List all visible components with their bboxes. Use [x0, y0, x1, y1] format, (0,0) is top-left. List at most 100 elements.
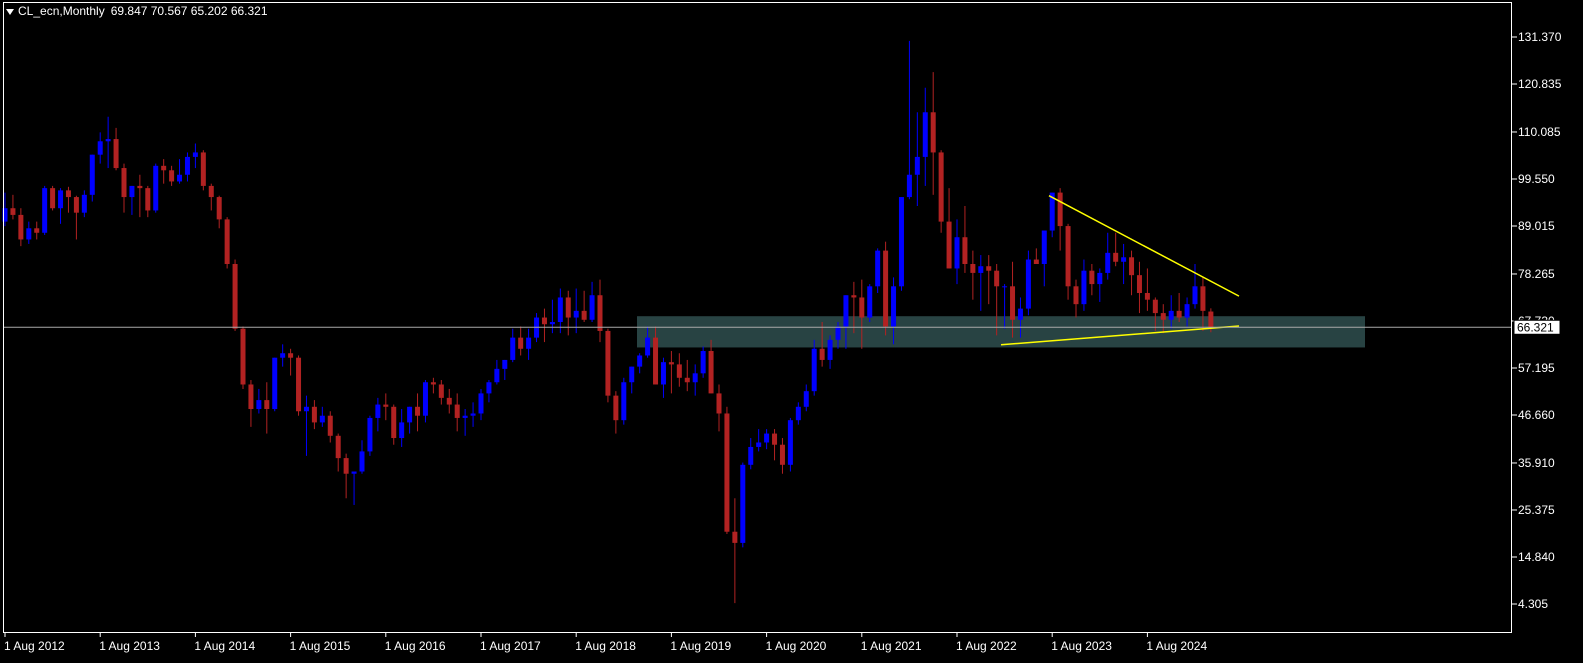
candle-body [288, 353, 294, 358]
y-tick-label: 57.195 [1518, 361, 1555, 375]
y-tick-label: 89.015 [1518, 219, 1555, 233]
candle-body [415, 406, 421, 416]
candle-body [224, 219, 230, 264]
candle-body [280, 353, 286, 358]
current-price-label: 66.321 [1513, 319, 1561, 335]
candle-body [351, 471, 357, 474]
candle-body [169, 170, 175, 182]
x-tick-label: 1 Aug 2020 [766, 639, 827, 653]
candle-body [478, 393, 484, 414]
candle-body [502, 359, 508, 369]
candle-body [192, 152, 198, 157]
candle [605, 328, 611, 403]
candle-body [137, 185, 143, 189]
candle-body [906, 174, 912, 198]
candle-body [105, 139, 111, 142]
candle-body [1160, 313, 1166, 320]
candle-body [668, 362, 674, 365]
candle [898, 197, 904, 291]
candle-body [113, 139, 119, 169]
candle [787, 417, 793, 472]
candle [232, 259, 238, 331]
candle-body [303, 406, 309, 412]
candle-body [716, 393, 722, 414]
candle-body [541, 317, 547, 325]
candle-body [208, 185, 214, 198]
candle-body [589, 295, 595, 320]
candle-body [319, 415, 325, 423]
candle-body [779, 444, 785, 465]
x-tick-label: 1 Aug 2019 [670, 639, 731, 653]
x-tick-label: 1 Aug 2016 [385, 639, 446, 653]
candle-body [1073, 286, 1079, 305]
price-chart: 131.370 120.835 110.085 99.550 89.015 78.265 6… [0, 0, 1583, 663]
y-tick-label: 46.660 [1518, 408, 1555, 422]
candle-body [970, 263, 976, 273]
candle [42, 185, 48, 235]
candle-body [454, 404, 460, 418]
candle-body [335, 435, 341, 459]
candle-body [81, 194, 87, 213]
candle-body [184, 156, 190, 175]
candle-body [1097, 272, 1103, 285]
candle-body [446, 397, 452, 405]
candle [50, 185, 56, 211]
candle-body [740, 464, 746, 543]
candle-body [1065, 226, 1071, 287]
candle-body [26, 228, 32, 240]
candle-body [637, 355, 643, 367]
candle-body [946, 221, 952, 269]
candle-body [422, 382, 428, 416]
candle-body [216, 197, 222, 220]
candle-body [1152, 299, 1158, 314]
candle-body [1089, 270, 1095, 285]
candle-body [1144, 293, 1150, 300]
x-tick-label: 1 Aug 2013 [99, 639, 160, 653]
candle-body [787, 420, 793, 465]
candle-body [383, 404, 389, 407]
candle [153, 163, 159, 213]
x-tick-label: 1 Aug 2018 [575, 639, 636, 653]
candle-body [470, 413, 476, 416]
y-tick-label: 120.835 [1518, 77, 1562, 91]
candle-body [653, 337, 659, 385]
candle-body [391, 406, 397, 439]
dropdown-triangle-icon[interactable] [6, 8, 14, 15]
candle-body [629, 366, 635, 383]
candle [621, 377, 627, 425]
candle-body [549, 322, 555, 325]
candle-body [859, 297, 865, 318]
candle [938, 150, 944, 233]
candle-body [486, 382, 492, 394]
candle-body [18, 214, 24, 240]
candle [867, 284, 873, 323]
candle-body [1184, 304, 1190, 318]
candle-body [510, 337, 516, 360]
chart-header: CL_ecn,Monthly 69.847 70.567 65.202 66.32… [6, 4, 268, 18]
candle-body [803, 391, 809, 407]
x-tick-label: 1 Aug 2014 [194, 639, 255, 653]
y-tick-label: 110.085 [1518, 125, 1561, 139]
candle-body [375, 404, 381, 418]
candle-body [597, 295, 603, 331]
candle-body [843, 295, 849, 327]
x-tick-label: 1 Aug 2015 [290, 639, 351, 653]
candle-body [962, 237, 968, 264]
candle-body [58, 190, 64, 209]
candle-body [1041, 230, 1047, 264]
candle-body [914, 156, 920, 175]
candle-body [272, 357, 278, 410]
candle-body [145, 188, 151, 211]
candle-body [177, 174, 183, 182]
candle [1025, 250, 1031, 316]
candle-body [256, 400, 262, 410]
candle-body [343, 458, 349, 474]
x-tick-label: 1 Aug 2021 [861, 639, 922, 653]
candle-body [248, 384, 254, 410]
candle [296, 355, 302, 416]
candle-body [1176, 310, 1182, 318]
candle-body [42, 188, 48, 233]
ohlc-values: 69.847 70.567 65.202 66.321 [110, 4, 268, 18]
candle-body [359, 451, 365, 472]
candle-body [835, 326, 841, 340]
